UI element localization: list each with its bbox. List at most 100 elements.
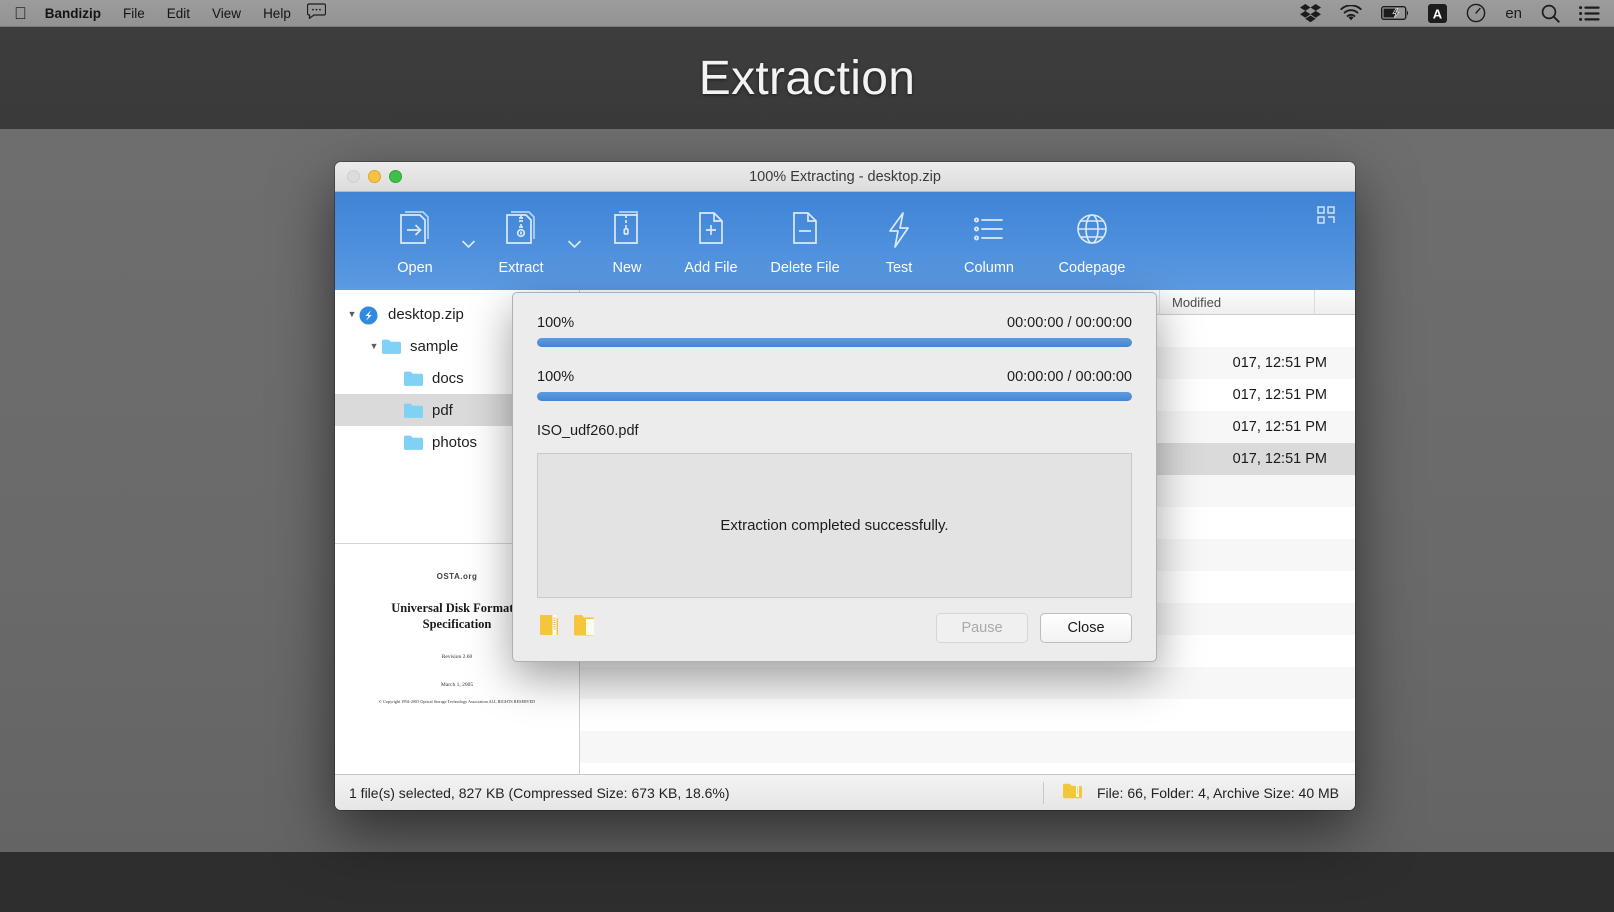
menu-item-bandizip[interactable]: Bandizip xyxy=(45,6,101,21)
toolbar-label-test: Test xyxy=(885,260,913,276)
codepage-globe-icon xyxy=(1070,206,1114,254)
toolbar-button-column[interactable]: Column xyxy=(941,206,1037,276)
tree-label-desktop-zip: desktop.zip xyxy=(388,305,464,323)
menu-item-help[interactable]: Help xyxy=(263,6,291,21)
open-dropdown-caret-icon[interactable] xyxy=(457,220,479,268)
progress-time-current: 00:00:00 / 00:00:00 xyxy=(1007,369,1132,385)
zoom-button[interactable] xyxy=(389,170,402,183)
table-row[interactable] xyxy=(580,667,1355,699)
archive-folder-icon xyxy=(1062,782,1083,803)
dropbox-icon[interactable] xyxy=(1300,3,1322,23)
toolbar-label-open: Open xyxy=(397,260,433,276)
column-header-extra[interactable] xyxy=(1315,290,1355,315)
toolbar-button-extract[interactable]: Extract xyxy=(479,206,563,276)
menu-item-file[interactable]: File xyxy=(123,6,145,21)
wifi-icon[interactable] xyxy=(1340,4,1362,22)
progress-bar-overall-fill xyxy=(537,338,1132,347)
open-archive-icon xyxy=(393,206,437,254)
extraction-status-message: Extraction completed successfully. xyxy=(720,517,949,534)
notification-center-icon[interactable] xyxy=(1579,5,1600,21)
progress-bar-current-fill xyxy=(537,392,1132,401)
cell-modified: 017, 12:51 PM xyxy=(1232,451,1327,467)
toolbar-label-delete-file: Delete File xyxy=(770,260,840,276)
menu-item-edit[interactable]: Edit xyxy=(167,6,190,21)
progress-percent-current: 100% xyxy=(537,369,575,385)
toolbar-label-codepage: Codepage xyxy=(1058,260,1126,276)
extract-dropdown-caret-icon[interactable] xyxy=(563,220,585,268)
progress-percent-overall: 100% xyxy=(537,315,575,331)
toolbar-button-codepage[interactable]: Codepage xyxy=(1037,206,1147,276)
progress-bar-overall xyxy=(537,338,1132,347)
progress-bar-current xyxy=(537,392,1132,401)
toolbar-label-column: Column xyxy=(964,260,1014,276)
page-hero-banner: Extraction xyxy=(0,27,1614,129)
tree-twisty-icon[interactable]: ▼ xyxy=(345,309,359,319)
timer-icon[interactable] xyxy=(1466,3,1486,23)
column-list-icon xyxy=(967,206,1011,254)
view-grid-icon[interactable] xyxy=(1317,206,1335,229)
extraction-log-box[interactable]: Extraction completed successfully. xyxy=(537,453,1132,598)
progress-time-overall: 00:00:00 / 00:00:00 xyxy=(1007,315,1132,331)
input-language-indicator[interactable]: en xyxy=(1505,5,1522,22)
toolbar-button-test[interactable]: Test xyxy=(857,206,941,276)
tree-label-sample: sample xyxy=(410,337,459,355)
cell-modified: 017, 12:51 PM xyxy=(1232,355,1327,371)
close-button[interactable]: Close xyxy=(1040,612,1132,643)
battery-charging-icon[interactable] xyxy=(1381,6,1409,20)
minimize-button[interactable] xyxy=(368,170,381,183)
toolbar-button-open[interactable]: Open xyxy=(373,206,457,276)
tree-label-pdf: pdf xyxy=(432,401,453,419)
delete-file-icon xyxy=(783,206,827,254)
status-archive-summary-group: File: 66, Folder: 4, Archive Size: 40 MB xyxy=(1044,782,1355,803)
toolbar-button-new[interactable]: New xyxy=(585,206,669,276)
bandizip-window: 100% Extracting - desktop.zip Open Extra… xyxy=(335,162,1355,810)
column-header-modified[interactable]: Modified xyxy=(1160,289,1315,315)
folder-icon xyxy=(381,338,402,354)
extraction-progress-dialog: 100% 00:00:00 / 00:00:00 100% 00:00:00 /… xyxy=(512,292,1157,662)
table-row[interactable] xyxy=(580,699,1355,731)
dialog-buttons: Pause Close xyxy=(936,612,1132,643)
new-archive-icon xyxy=(605,206,649,254)
tree-label-photos: photos xyxy=(432,433,478,451)
close-button[interactable] xyxy=(347,170,360,183)
folder-icon xyxy=(403,370,424,386)
table-row[interactable] xyxy=(580,731,1355,763)
svg-text:A: A xyxy=(1433,6,1443,21)
status-archive-summary: File: 66, Folder: 4, Archive Size: 40 MB xyxy=(1097,784,1339,801)
speech-bubble-icon[interactable] xyxy=(306,2,326,24)
tree-label-docs: docs xyxy=(432,369,464,387)
add-file-icon xyxy=(689,206,733,254)
folder-icon xyxy=(403,434,424,450)
dialog-footer: Pause Close xyxy=(537,612,1132,643)
progress-group-current: 100% 00:00:00 / 00:00:00 xyxy=(537,369,1132,401)
folder-icon xyxy=(403,402,424,418)
window-traffic-lights xyxy=(335,170,402,183)
menu-item-view[interactable]: View xyxy=(212,6,241,21)
open-destination-folder-icon[interactable] xyxy=(572,612,597,643)
toolbar-label-add-file: Add File xyxy=(684,260,738,276)
pdf-preview-copyright: © Copyright 1994-2005 Optical Storage Te… xyxy=(378,699,536,705)
window-title-bar: 100% Extracting - desktop.zip xyxy=(335,162,1355,192)
open-archive-folder-icon[interactable] xyxy=(537,612,562,643)
main-toolbar: Open Extract New Add File Delete File Te… xyxy=(335,192,1355,290)
footer-bar xyxy=(0,852,1614,912)
pause-button[interactable]: Pause xyxy=(936,612,1028,643)
toolbar-label-extract: Extract xyxy=(498,260,544,276)
tree-twisty-icon[interactable]: ▼ xyxy=(367,341,381,351)
apple-logo-icon[interactable]:  xyxy=(14,5,27,22)
extract-archive-icon xyxy=(499,206,543,254)
bandizip-archive-icon xyxy=(359,306,380,325)
menu-bar-status-tray: A en xyxy=(1300,3,1600,23)
toolbar-button-delete-file[interactable]: Delete File xyxy=(753,206,857,276)
pdf-preview-date: March 1, 2005 xyxy=(440,682,474,689)
text-input-source-icon[interactable]: A xyxy=(1428,3,1448,23)
spotlight-search-icon[interactable] xyxy=(1541,4,1560,23)
status-selection-summary: 1 file(s) selected, 827 KB (Compressed S… xyxy=(349,784,730,801)
toolbar-button-add-file[interactable]: Add File xyxy=(669,206,753,276)
toolbar-label-new: New xyxy=(612,260,642,276)
test-archive-icon xyxy=(877,206,921,254)
dialog-folder-shortcuts xyxy=(537,612,597,643)
cell-modified: 017, 12:51 PM xyxy=(1232,387,1327,403)
progress-group-overall: 100% 00:00:00 / 00:00:00 xyxy=(537,315,1132,347)
current-file-label: ISO_udf260.pdf xyxy=(537,423,639,439)
